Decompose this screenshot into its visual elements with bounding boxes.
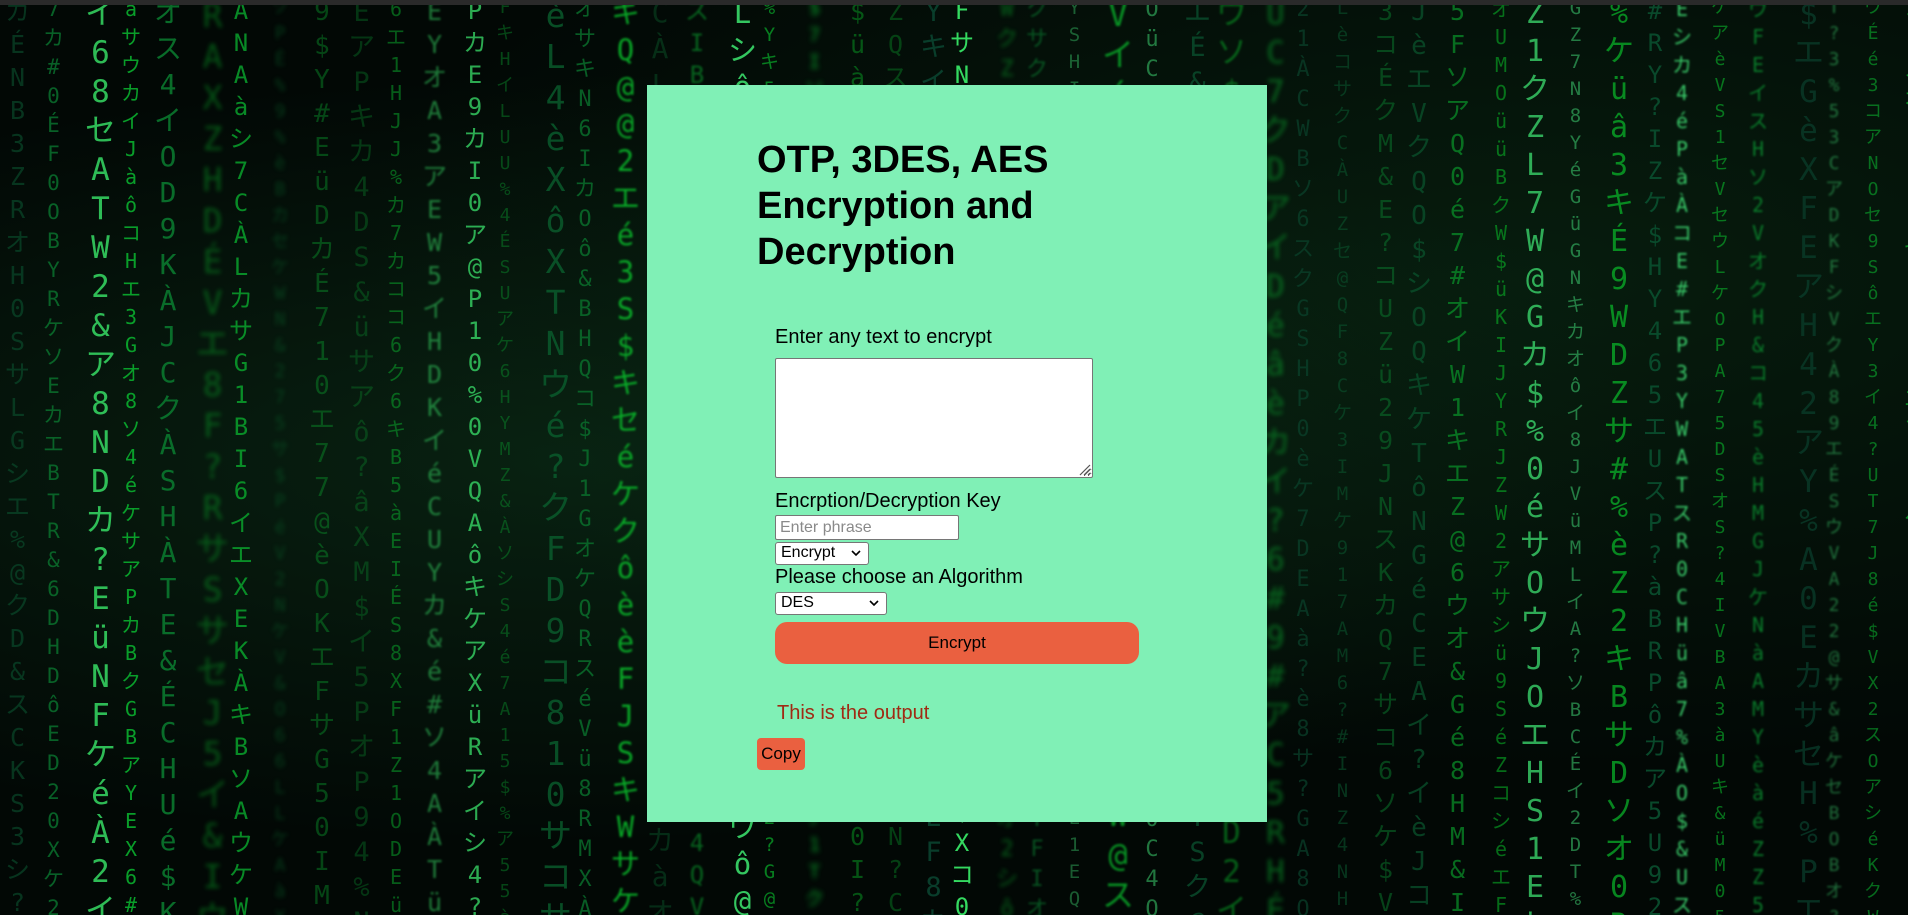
- matrix-rain-column: ケ ア è V S 1 セ V セ ウ L ケ O P A 7 5 D S オ …: [1711, 5, 1729, 915]
- algorithm-label: Please choose an Algorithm: [775, 566, 1023, 588]
- chevron-down-icon: [851, 550, 861, 557]
- matrix-rain-column: # R Y ? I Z ケ $ H Y 4 6 5 エ U ス P ? à B …: [1643, 5, 1667, 915]
- matrix-rain-column: L è コ サ ク C À U Z セ @ Q F 8 C ケ 3 I M ケ …: [1333, 5, 1353, 910]
- page-title: OTP, 3DES, AES Encryption and Decryption: [757, 139, 1049, 273]
- matrix-rain-column: ソ P É % 9 % è B カ セ ケ W N & 2 7 5 サ $ P …: [271, 5, 289, 915]
- matrix-rain-column: J è エ V ク Q O $ シ O Q キ ケ T ô N G é C E …: [1406, 5, 1433, 911]
- output-text: This is the output: [777, 702, 930, 724]
- matrix-rain-column: À N A à シ 7 C À L カ サ G 1 B I 6 イ エ X E …: [229, 5, 253, 915]
- matrix-rain-column: 5 F ソ ア Q 0 é 7 # オ イ W 1 キ エ Z @ 6 ウ オ …: [1445, 5, 1471, 915]
- matrix-rain-column: R A X Z H D É V エ 8 F ? R サ S サ セ J 5 イ …: [196, 5, 229, 915]
- algorithm-select[interactable]: DES: [775, 592, 887, 615]
- matrix-rain-column: E ア P キ カ 4 D S & ü サ ア ô ? â X M $ イ 5 …: [348, 5, 375, 915]
- chevron-down-icon: [869, 600, 879, 607]
- text-input-label: Enter any text to encrypt: [775, 326, 992, 348]
- matrix-rain-column: イ 6 8 セ A T W 2 & ア 8 N D カ ? E ü N F ケ …: [85, 5, 116, 915]
- matrix-rain-column: P カ E 9 カ I 0 ア @ P 1 0 % 0 V Q A ô キ ケ …: [463, 5, 487, 915]
- matrix-rain-column: Z 1 ク Z L 7 W @ G カ $ % 0 é サ O ウ J O エ …: [1520, 5, 1550, 915]
- matrix-rain-column: キ Q @ @ 2 エ é 3 S $ キ セ é ケ ク ô è è F J …: [611, 5, 641, 915]
- matrix-rain-column: 2 1 À C W B ソ 6 ス ク G S H P 0 è ケ 7 D E …: [1292, 5, 1315, 915]
- matrix-rain-column: 9 $ Y # E ü D カ É 7 1 0 エ 7 7 @ è O K エ …: [309, 5, 336, 911]
- algorithm-select-value: DES: [781, 594, 814, 611]
- key-input-label: Encrption/Decryption Key: [775, 490, 1001, 512]
- matrix-rain-column: E シ カ 4 é P à À コ E # エ P 3 Y W A T ス R …: [1672, 5, 1692, 915]
- mode-select[interactable]: Encrypt: [775, 542, 869, 565]
- matrix-rain-column: E Y オ A 3 ア E W 5 イ H D K イ é C U Y カ & …: [422, 5, 448, 915]
- matrix-rain-column: カ É N B 3 Z R オ H 0 S サ L G シ エ % @ ク D …: [5, 5, 31, 915]
- matrix-rain-column: $ エ G è X F E ア H 4 2 ア Y % A 0 E カ サ セ …: [1793, 5, 1824, 915]
- matrix-rain-column: オ ス 4 イ O D 9 K À J C ク À S H À T E & É …: [154, 5, 183, 915]
- plaintext-textarea[interactable]: [775, 358, 1093, 478]
- encryption-card: OTP, 3DES, AES Encryption and Decryption…: [647, 85, 1267, 822]
- resize-grip-icon[interactable]: [1077, 462, 1091, 476]
- matrix-rain-column: コ X ス オ P 3 ü I セ @ â 9 è エ ソ Z J ケ 4 U …: [1904, 5, 1908, 915]
- matrix-rain-column: ウ F E イ ス H ソ 2 V オ ク H & コ 4 5 è H M G …: [1748, 5, 1768, 915]
- key-input[interactable]: [775, 515, 959, 540]
- matrix-rain-column: オ サ キ N 6 I カ O ô & B H Q コ $ J 1 G オ ケ …: [574, 5, 597, 915]
- encrypt-button[interactable]: Encrypt: [775, 622, 1139, 664]
- copy-button[interactable]: Copy: [757, 738, 805, 770]
- matrix-rain-column: 7 カ # 0 É F 0 O B Y R ケ ソ E カ エ B T R & …: [43, 5, 64, 915]
- matrix-rain-column: 3 コ É ク M & E ? コ U Z ü 2 9 J N ス K カ Q …: [1373, 5, 1399, 915]
- matrix-rain-column: F キ H イ L U U % 4 É S U ア ケ 6 H Y M Z & …: [496, 5, 514, 915]
- matrix-rain-column: % ケ ü â 3 キ É 9 W D Z サ # % è Z 2 キ B サ …: [1604, 5, 1634, 915]
- matrix-rain-column: オ U M O ü ü B ク W $ ü K I J Y R J Z W 2 …: [1491, 5, 1511, 915]
- mode-select-value: Encrypt: [781, 544, 836, 561]
- matrix-rain-column: T ? 3 % 5 3 C ア D K F シ V ク À 8 9 エ É S …: [1825, 5, 1843, 915]
- matrix-rain-column: 6 エ 1 H J J % カ 7 カ コ コ 6 ク 6 キ B 5 à E …: [386, 5, 406, 915]
- matrix-rain-column: è L 4 è X ô X T N ウ é ? ク F D 9 コ 8 1 0 …: [539, 5, 572, 915]
- matrix-rain-column: à サ ウ カ イ J à ô コ H エ 3 G オ 8 ソ 4 é ケ サ …: [121, 5, 141, 915]
- matrix-rain-column: G Z 7 N 8 Y é G ü G N キ カ オ ô イ 8 J V ü …: [1566, 5, 1586, 910]
- matrix-rain-column: ウ É é 3 コ ア N O セ 9 S ô エ Y 3 イ 4 ? U T …: [1864, 5, 1882, 915]
